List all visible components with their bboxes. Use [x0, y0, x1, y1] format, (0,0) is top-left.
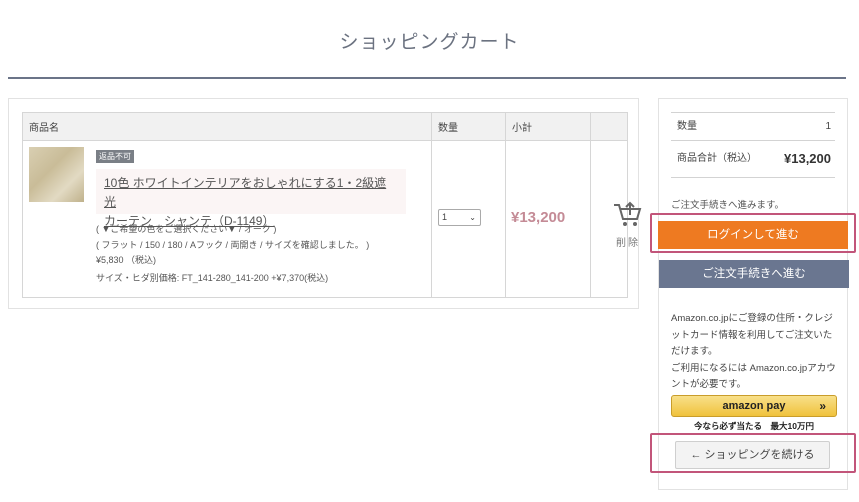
checkout-note: ご注文手続きへ進みます。	[671, 200, 785, 211]
product-name-link[interactable]: 10色 ホワイトインテリアをおしゃれにする1・2級遮光 カーテン シャンテ（D-…	[96, 169, 406, 228]
quantity-value: 1	[442, 212, 448, 222]
header-product-name: 商品名	[22, 112, 432, 141]
table-row: 返品不可 10色 ホワイトインテリアをおしゃれにする1・2級遮光 カーテン シャ…	[22, 140, 642, 298]
product-option-color: ( ▼ご希望の色をご選択ください▼ / オーク )	[96, 224, 277, 234]
product-name-line1: 10色 ホワイトインテリアをおしゃれにする1・2級遮光	[104, 176, 387, 209]
subtotal-cell: ¥13,200	[505, 140, 591, 298]
amazon-pay-caption: 今なら必ず当たる 最大10万円	[694, 421, 814, 431]
title-divider	[8, 77, 846, 79]
summary-total-value: ¥13,200	[784, 151, 831, 166]
cart-panel: 商品名 数量 小計 返品不可 10色 ホワイトインテリアをおしゃれにする1・2級…	[8, 98, 642, 309]
quantity-cell: 1 ⌄	[431, 140, 506, 298]
no-return-badge: 返品不可	[96, 150, 134, 163]
summary-quantity-label: 数量	[677, 121, 697, 132]
product-extra-price: サイズ・ヒダ別価格: FT_141-280_141-200 +¥7,370(税込…	[96, 273, 329, 283]
amazon-pay-text-2: ご利用になるには Amazon.co.jpアカウントが必要です。	[671, 362, 836, 391]
summary-quantity-row: 数量 1	[671, 112, 835, 140]
cart-remove-icon	[614, 201, 642, 226]
header-subtotal: 小計	[505, 112, 591, 141]
action-cell: 削除	[590, 140, 642, 298]
summary-total-label: 商品合計（税込）	[677, 153, 757, 164]
delete-label: 削除	[616, 238, 640, 249]
item-subtotal: ¥13,200	[511, 209, 566, 226]
product-option-size: ( フラット / 150 / 180 / Aフック / 両開き / サイズを確認…	[96, 240, 370, 250]
double-chevron-right-icon: »	[819, 399, 826, 413]
header-actions	[590, 112, 628, 141]
amazon-pay-button[interactable]: amazon pay »	[671, 395, 837, 417]
amazon-pay-text-1: Amazon.co.jpにご登録の住所・クレジットカード情報を利用してご注文いた…	[671, 313, 833, 357]
quantity-select[interactable]: 1 ⌄	[438, 209, 481, 226]
continue-button-highlight	[650, 433, 856, 473]
product-cell: 返品不可 10色 ホワイトインテリアをおしゃれにする1・2級遮光 カーテン シャ…	[22, 140, 432, 298]
summary-total-row: 商品合計（税込） ¥13,200	[671, 140, 835, 178]
proceed-checkout-button[interactable]: ご注文手続きへ進む	[659, 260, 849, 288]
cart-table: 商品名 数量 小計 返品不可 10色 ホワイトインテリアをおしゃれにする1・2級…	[22, 112, 642, 298]
chevron-down-icon: ⌄	[469, 213, 476, 222]
page-title: ショッピングカート	[339, 31, 520, 53]
product-price: ¥5,830 （税込)	[96, 255, 157, 265]
delete-button[interactable]: 削除	[608, 201, 648, 249]
header-quantity: 数量	[431, 112, 506, 141]
login-button-highlight	[650, 213, 856, 253]
amazon-pay-label: amazon pay	[722, 400, 786, 412]
cart-header-row: 商品名 数量 小計	[22, 112, 628, 141]
order-summary: 数量 1 商品合計（税込） ¥13,200 ご注文手続きへ進みます。 ログインし…	[658, 98, 849, 490]
amazon-pay-description: Amazon.co.jpにご登録の住所・クレジットカード情報を利用してご注文いた…	[671, 311, 839, 394]
summary-quantity-value: 1	[825, 121, 831, 132]
product-thumbnail[interactable]	[29, 147, 84, 202]
